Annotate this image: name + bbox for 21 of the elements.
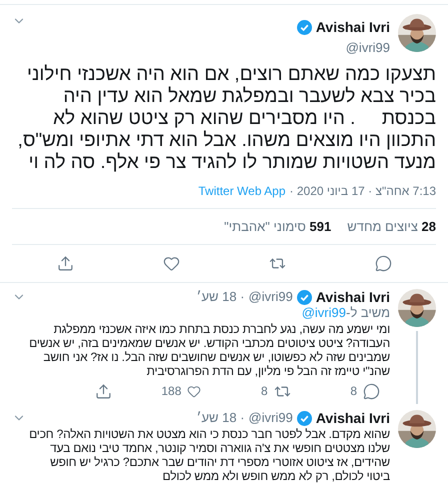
tweet-timestamp[interactable]: 7:13 אחה"צ · 17 ביוני 2020 · — [290, 182, 436, 200]
reply-text: ומי ישמע מה עשה, נגע לחברת כנסת בתחת כמו איזה אשכנזי ממפלגת העבודה? ציטט ציטוטים מכתבי הקודש. יש אנשים שמאמינים בזה, יש אנשים שמבינים שזה לא כפשוטו, יש אנשים שחושבים שזה הבל. נו אז? אני חושב שהנ"י טיימז זה הבל פי מליון, עם הדת הפרוגרסיבית — [28, 322, 390, 378]
reply-icon[interactable] — [363, 382, 380, 400]
reply-text: שהוא מקדם. אבל לפטר חבר כנסת כי הוא מצטט את השטויות האלה? חכים שלנו מצטטים חופשי את צ'ה גווארה וסמיר קונטר, אחמד טיבי נואם בעד שהידים, אז ציטוט אזוטרי מספרי דת יהודים שבר אתכם? כרגיל יש חופש ביטוי לכולם, רק לא ממש חופש ולא ממש לכולם — [28, 427, 390, 483]
reply-icon[interactable] — [374, 255, 392, 272]
author-name[interactable]: Avishai Ivri — [316, 289, 390, 305]
tweet-text: תצעקו כמה שאתם רוצים, אם הוא היה אשכנזי חילוני בכיר צבא לשעבר ובמפלגת שמאל הוא עדין היה בכנסת . היו מסבירים שהוא רק ציטט שהוא לא התכוון היו מוצאים משהו. אבל הוא דתי אתיופי ומש"ס, מנעד השטויות שמותר לו להגיד צר פי אלף. סה לה וי — [16, 64, 436, 174]
source-link[interactable]: Twitter Web App — [198, 182, 286, 200]
share-icon[interactable] — [95, 382, 112, 400]
tweet-age[interactable]: · 18 שע׳ — [196, 410, 245, 426]
author-name[interactable]: Avishai Ivri — [316, 410, 390, 426]
author-handle[interactable]: @ivri99 — [248, 289, 293, 305]
action-count: 188 — [161, 383, 182, 400]
author-handle[interactable]: @ivri99 — [248, 410, 293, 426]
author-name[interactable]: Avishai Ivri — [316, 17, 390, 38]
action-count: 8 — [350, 383, 357, 400]
tweet-age[interactable]: · 18 שע׳ — [196, 289, 245, 305]
action-count: 8 — [260, 383, 268, 400]
like-icon[interactable] — [162, 255, 180, 272]
share-icon[interactable] — [56, 255, 74, 272]
author-handle[interactable]: @ivri99 — [296, 38, 390, 58]
